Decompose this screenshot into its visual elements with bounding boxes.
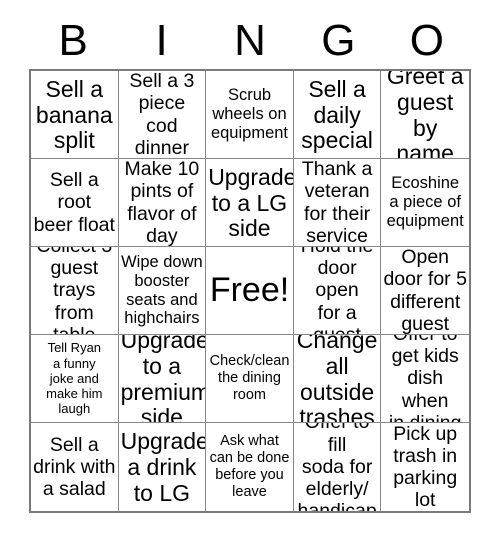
bingo-cell-label: Sell a root beer float — [33, 169, 115, 236]
bingo-cell-b-1[interactable]: Sell a banana split — [31, 71, 119, 159]
bingo-header-letter-b: B — [58, 15, 88, 65]
bingo-cell-i-5[interactable]: Upgrade a drink to LG — [118, 423, 207, 511]
bingo-cell-n-4[interactable]: Check/clean the dining room — [206, 335, 294, 423]
bingo-header-letter-n: N — [234, 15, 266, 65]
bingo-cell-label: Ask what can be done before you leave — [209, 433, 290, 500]
bingo-cell-g-2[interactable]: Thank a veteran for their service — [293, 159, 382, 247]
bingo-header-letter-g: G — [321, 15, 356, 65]
bingo-cell-label: Wipe down booster seats and highchairs — [121, 252, 203, 328]
bingo-cell-label: Tell Ryan a funny joke and make him laug… — [46, 340, 103, 417]
bingo-cell-g-1[interactable]: Sell a daily special — [293, 71, 382, 159]
bingo-cell-label: Offer to fill soda for elderly/ handicap — [298, 423, 377, 511]
bingo-cell-n-2[interactable]: Upgrade to a LG side — [206, 159, 294, 247]
bingo-cell-i-1[interactable]: Sell a 3 piece cod dinner — [118, 71, 207, 159]
bingo-card: B I N G O Sell a banana split Sell a 3 pi… — [0, 0, 500, 544]
bingo-cell-g-4[interactable]: Change all outside trashes — [293, 335, 382, 423]
bingo-cell-b-4[interactable]: Tell Ryan a funny joke and make him laug… — [31, 335, 119, 423]
bingo-cell-label: Sell a drink with a salad — [33, 433, 116, 501]
bingo-cell-label: Pick up trash in parking lot — [393, 423, 458, 511]
bingo-cell-o-4[interactable]: Offer to get kids dish when in dining — [381, 335, 469, 423]
bingo-cell-g-5[interactable]: Offer to fill soda for elderly/ handicap — [293, 423, 382, 511]
bingo-cell-label: Free! — [209, 270, 290, 309]
bingo-cell-label: Open door for 5 different guest — [383, 247, 467, 335]
bingo-header-letter-i: I — [155, 15, 168, 65]
bingo-cell-free-space[interactable]: Free! — [206, 247, 294, 335]
bingo-cell-b-2[interactable]: Sell a root beer float — [31, 159, 119, 247]
bingo-cell-n-5[interactable]: Ask what can be done before you leave — [206, 423, 294, 511]
bingo-cell-n-1[interactable]: Scrub wheels on equipment — [206, 71, 294, 159]
bingo-cell-o-1[interactable]: Greet a guest by name — [381, 71, 469, 159]
bingo-cell-label: Hold the door open for a guest — [301, 247, 374, 335]
bingo-cell-o-3[interactable]: Open door for 5 different guest — [381, 247, 469, 335]
bingo-cell-label: Check/clean the dining room — [209, 353, 290, 403]
bingo-cell-label: Scrub wheels on equipment — [210, 86, 289, 142]
bingo-cell-label: Offer to get kids dish when in dining — [388, 335, 462, 423]
bingo-cell-label: Upgrade a drink to LG — [120, 428, 207, 506]
bingo-header-row: B I N G O — [29, 12, 471, 69]
bingo-cell-label: Ecoshine a piece of equipment — [386, 174, 464, 230]
bingo-cell-label: Thank a veteran for their service — [301, 159, 373, 247]
bingo-cell-g-3[interactable]: Hold the door open for a guest — [293, 247, 382, 335]
bingo-cell-label: Sell a daily special — [301, 75, 373, 154]
bingo-header-letter-o: O — [409, 15, 444, 65]
bingo-cell-b-5[interactable]: Sell a drink with a salad — [31, 423, 119, 511]
bingo-cell-label: Sell a 3 piece cod dinner — [129, 71, 195, 159]
bingo-cell-o-2[interactable]: Ecoshine a piece of equipment — [381, 159, 469, 247]
bingo-grid: Sell a banana split Sell a 3 piece cod di… — [29, 69, 471, 513]
bingo-cell-label: Change all outside trashes — [296, 335, 378, 423]
bingo-cell-label: Upgrade to a LG side — [208, 163, 294, 242]
bingo-cell-label: Make 10 pints of flavor of day — [124, 159, 200, 247]
bingo-cell-i-4[interactable]: Upgrade to a premium side — [118, 335, 207, 423]
bingo-cell-label: Greet a guest by name — [386, 71, 464, 159]
bingo-cell-label: Sell a banana split — [35, 75, 113, 154]
bingo-cell-o-5[interactable]: Pick up trash in parking lot — [381, 423, 469, 511]
bingo-cell-i-3[interactable]: Wipe down booster seats and highchairs — [118, 247, 207, 335]
bingo-cell-b-3[interactable]: Collect 3 guest trays from table — [31, 247, 119, 335]
bingo-cell-label: Upgrade to a premium side — [120, 335, 207, 423]
bingo-cell-label: Collect 3 guest trays from table — [36, 247, 112, 335]
bingo-cell-i-2[interactable]: Make 10 pints of flavor of day — [118, 159, 207, 247]
